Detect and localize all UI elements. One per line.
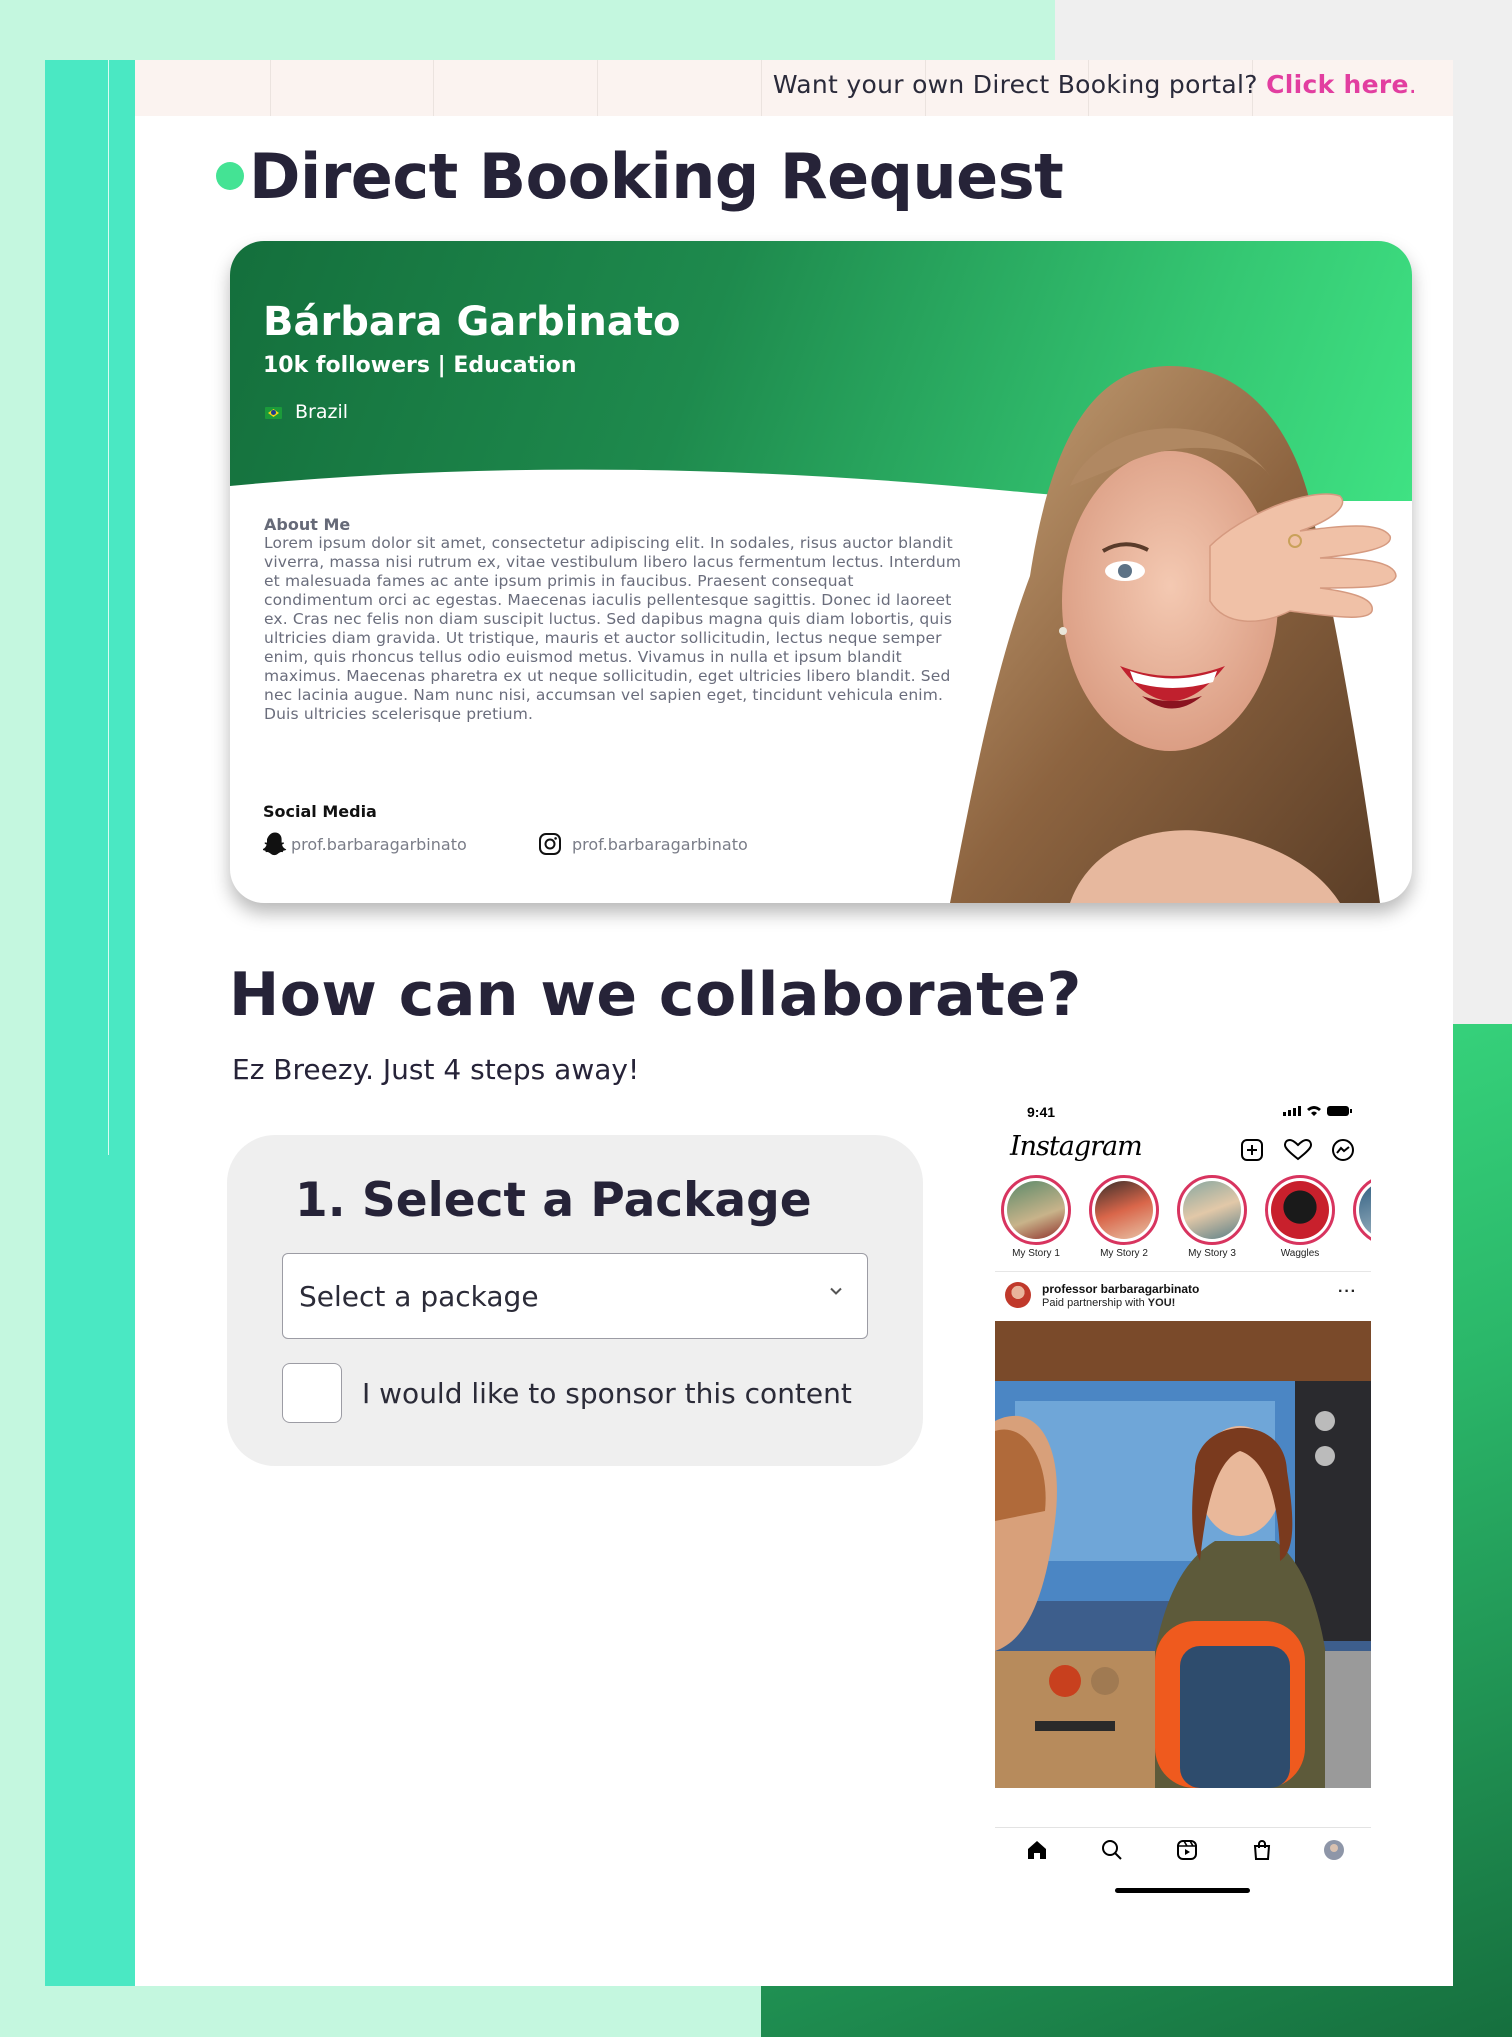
sponsor-checkbox[interactable] xyxy=(282,1363,342,1423)
banner-suffix: . xyxy=(1408,70,1417,99)
instagram-logo: Instagram xyxy=(1010,1131,1143,1162)
ghost-icon xyxy=(263,832,287,856)
snapchat-link[interactable]: prof.barbaragarbinato xyxy=(263,831,467,857)
brazil-flag-icon xyxy=(265,407,282,419)
reels-icon[interactable] xyxy=(1175,1838,1199,1862)
sponsor-checkbox-label: I would like to sponsor this content xyxy=(362,1377,852,1410)
instagram-header-icons xyxy=(1241,1138,1354,1161)
profile-avatar-icon[interactable] xyxy=(1322,1838,1346,1862)
post-partnership: Paid partnership with YOU! xyxy=(1042,1297,1176,1309)
package-step-title: 1. Select a Package xyxy=(295,1173,812,1228)
story-label: My Story 3 xyxy=(1188,1248,1236,1259)
title-bullet xyxy=(216,162,244,190)
status-bar-icons xyxy=(1283,1106,1352,1116)
story-label: My Story 1 xyxy=(1012,1248,1060,1259)
search-icon[interactable] xyxy=(1100,1838,1124,1862)
creator-portrait xyxy=(950,366,1397,903)
story-label: My Story 2 xyxy=(1100,1248,1148,1259)
about-title: About Me xyxy=(264,515,351,534)
left-rail xyxy=(45,60,135,1986)
shop-icon[interactable] xyxy=(1250,1838,1274,1862)
top-banner: Want your own Direct Booking portal? Cli… xyxy=(135,60,1453,116)
collaborate-title: How can we collaborate? xyxy=(229,960,1082,1030)
story-item[interactable]: My Story 1 xyxy=(1000,1175,1072,1259)
banner-message: Want your own Direct Booking portal? Cli… xyxy=(773,70,1417,99)
post-photo[interactable] xyxy=(995,1321,1371,1788)
post-username[interactable]: professor barbaragarbinato xyxy=(1042,1282,1199,1296)
package-step-panel: 1. Select a Package Select a package I w… xyxy=(227,1135,923,1466)
divider xyxy=(995,1271,1371,1272)
page-title: Direct Booking Request xyxy=(249,140,1064,213)
social-title: Social Media xyxy=(263,802,377,821)
story-item[interactable]: My Story 2 xyxy=(1088,1175,1160,1259)
story-item[interactable]: Waggles xyxy=(1264,1175,1336,1259)
status-time: 9:41 xyxy=(1027,1104,1056,1120)
home-indicator xyxy=(1115,1888,1250,1893)
about-text: Lorem ipsum dolor sit amet, consectetur … xyxy=(264,534,962,723)
collaborate-subtitle: Ez Breezy. Just 4 steps away! xyxy=(232,1053,640,1086)
chevron-down-icon xyxy=(830,1287,842,1295)
story-row: My Story 1 My Story 2 My Story 3 Waggles… xyxy=(995,1175,1371,1265)
instagram-bottom-nav xyxy=(995,1827,1371,1873)
package-select[interactable]: Select a package xyxy=(282,1253,868,1339)
more-options-icon[interactable]: ··· xyxy=(1338,1283,1357,1301)
instagram-handle: prof.barbaragarbinato xyxy=(572,834,748,854)
creator-country: Brazil xyxy=(295,401,349,423)
story-label: Ch xyxy=(1352,1248,1371,1259)
package-select-value: Select a package xyxy=(299,1280,539,1313)
creator-name: Bárbara Garbinato xyxy=(263,299,681,345)
story-label: Waggles xyxy=(1280,1248,1320,1259)
story-item[interactable]: Ch xyxy=(1352,1175,1371,1259)
profile-card: Bárbara Garbinato 10k followers | Educat… xyxy=(230,241,1412,903)
rail-divider xyxy=(108,60,109,1155)
home-icon[interactable] xyxy=(1025,1838,1049,1862)
instagram-icon xyxy=(539,833,561,855)
banner-prompt: Want your own Direct Booking portal? xyxy=(772,70,1258,99)
creator-subtitle: 10k followers | Education xyxy=(263,353,577,378)
snapchat-handle: prof.barbaragarbinato xyxy=(291,834,467,854)
instagram-preview: 9:41 Instagram My Story 1 My Story 2 My … xyxy=(995,1093,1371,1903)
post-avatar[interactable] xyxy=(1005,1282,1031,1308)
instagram-link[interactable]: prof.barbaragarbinato xyxy=(538,831,748,857)
click-here-link[interactable]: Click here xyxy=(1266,70,1409,99)
story-item[interactable]: My Story 3 xyxy=(1176,1175,1248,1259)
